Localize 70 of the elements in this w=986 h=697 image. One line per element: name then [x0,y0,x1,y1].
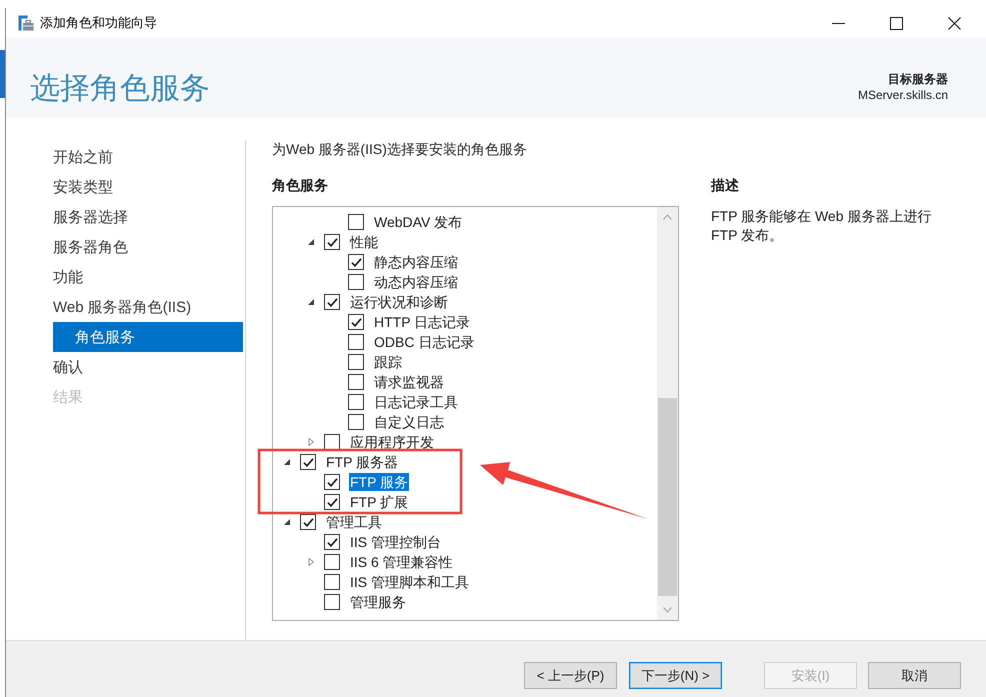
background-window-strip [0,50,5,98]
checkbox[interactable] [324,474,340,490]
footer-button[interactable]: 取消 [868,662,961,689]
sidebar-item[interactable]: 确认 [53,352,83,382]
checkbox[interactable] [324,574,340,590]
checkbox[interactable] [324,494,340,510]
tree-item[interactable]: 请求监视器 [373,373,445,391]
section-title: 角色服务 [272,176,328,195]
tree-item[interactable]: FTP 服务 [349,473,410,491]
caret-right-icon[interactable] [307,558,315,566]
close-icon[interactable] [948,16,960,30]
checkbox[interactable] [324,434,340,450]
target-server-label: 目标服务器 [888,71,948,87]
checkbox[interactable] [324,294,340,310]
checkbox[interactable] [348,374,364,390]
checkbox[interactable] [348,334,364,350]
tree-item[interactable]: IIS 6 管理兼容性 [349,553,454,571]
checkbox[interactable] [348,414,364,430]
checkbox[interactable] [348,254,364,270]
checkbox[interactable] [324,554,340,570]
tree-item[interactable]: 应用程序开发 [349,433,435,451]
description-title: 描述 [711,176,739,195]
scrollbar-thumb[interactable] [658,398,677,596]
tree-item[interactable]: FTP 扩展 [349,493,410,511]
caret-down-icon[interactable] [283,518,291,526]
checkbox[interactable] [348,394,364,410]
description-text: FTP 服务能够在 Web 服务器上进行 FTP 发布。 [711,207,932,245]
tree-item[interactable]: 跟踪 [373,353,403,371]
checkbox[interactable] [348,354,364,370]
sidebar-item[interactable]: 开始之前 [53,142,113,172]
sidebar-item[interactable]: 服务器角色 [53,232,128,262]
tree-item[interactable]: 运行状况和诊断 [349,293,449,311]
checkbox[interactable] [324,534,340,550]
sidebar-item[interactable]: 角色服务 [53,322,243,352]
sidebar-item[interactable]: 功能 [53,262,83,292]
caret-right-icon[interactable] [307,438,315,446]
checkbox[interactable] [348,274,364,290]
instruction-text: 为Web 服务器(IIS)选择要安装的角色服务 [272,140,527,159]
checkbox[interactable] [348,314,364,330]
tree-item[interactable]: ODBC 日志记录 [373,333,476,351]
sidebar-item[interactable]: 服务器选择 [53,202,128,232]
checkbox[interactable] [348,214,364,230]
caret-down-icon[interactable] [307,238,315,246]
target-server-name: MServer.skills.cn [858,87,948,103]
tree-item[interactable]: 日志记录工具 [373,393,459,411]
tree-item[interactable]: IIS 管理控制台 [349,533,442,551]
footer-button[interactable]: < 上一步(P) [524,662,617,689]
sidebar-item[interactable]: 安装类型 [53,172,113,202]
checkbox[interactable] [324,234,340,250]
tree-item[interactable]: WebDAV 发布 [373,213,464,231]
tree-item[interactable]: HTTP 日志记录 [373,313,472,331]
checkbox[interactable] [300,514,316,530]
tree-item[interactable]: FTP 服务器 [325,453,400,471]
caret-down-icon[interactable] [283,458,291,466]
page-heading: 选择角色服务 [30,71,210,107]
maximize-icon[interactable] [890,16,902,30]
tree-item[interactable]: 静态内容压缩 [373,253,459,271]
checkbox[interactable] [324,594,340,610]
toolbox-icon [18,15,34,31]
window-title: 添加角色和功能向导 [40,14,157,32]
tree-item[interactable]: 管理工具 [325,513,383,531]
tree-item[interactable]: 性能 [349,233,379,251]
caret-down-icon[interactable] [307,298,315,306]
checkbox[interactable] [300,454,316,470]
tree-item[interactable]: 管理服务 [349,593,407,611]
footer-button[interactable]: 下一步(N) > [629,662,722,689]
tree-item[interactable]: IIS 管理脚本和工具 [349,573,470,591]
tree-item[interactable]: 自定义日志 [373,413,445,431]
tree-item[interactable]: 动态内容压缩 [373,273,459,291]
sidebar-item[interactable]: Web 服务器角色(IIS) [53,292,192,322]
